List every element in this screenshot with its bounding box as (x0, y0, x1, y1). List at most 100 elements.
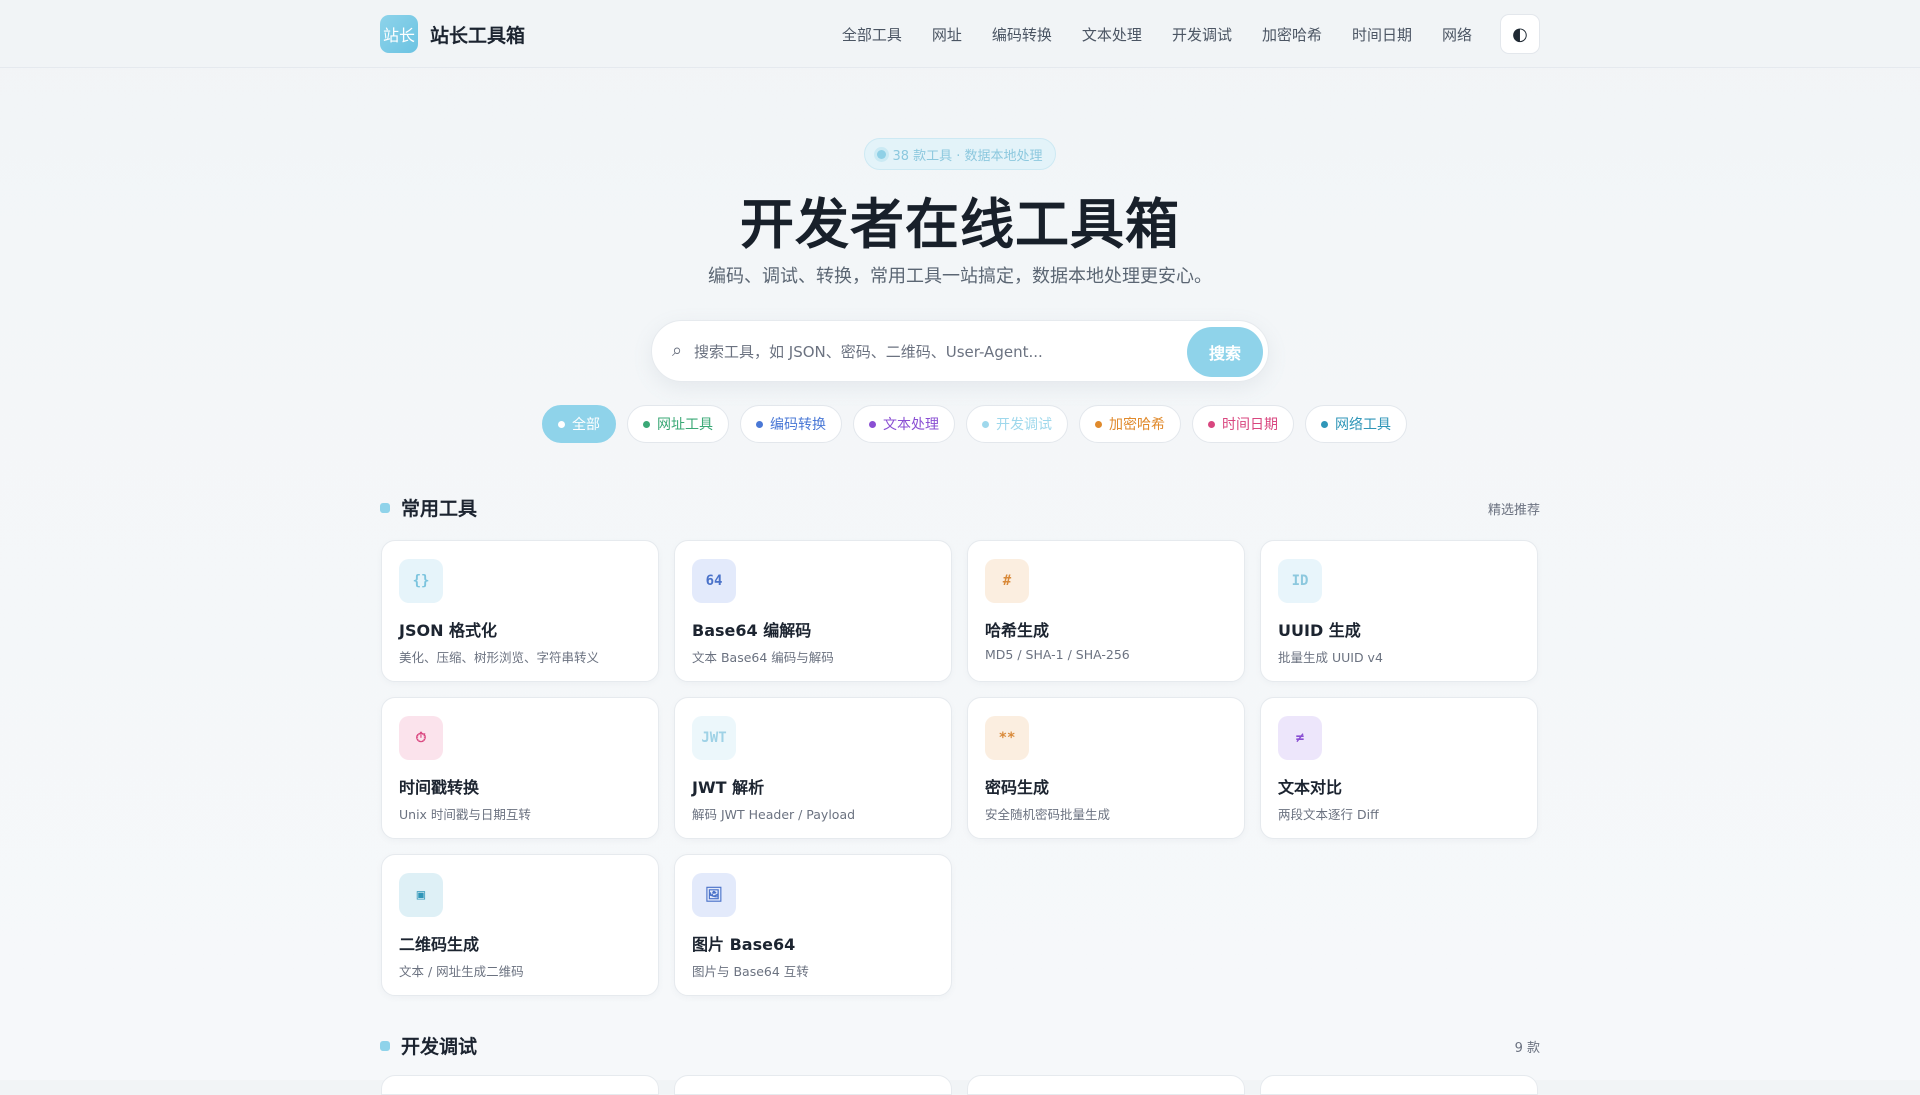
nav-network[interactable]: 网络 (1442, 24, 1472, 45)
tool-card[interactable] (1260, 1075, 1538, 1095)
chip-dot (1095, 420, 1102, 428)
section-common: 常用工具 精选推荐 (380, 492, 1540, 522)
nav-crypto[interactable]: 加密哈希 (1262, 24, 1322, 45)
chip-label: 网络工具 (1335, 417, 1391, 433)
filter-chip[interactable]: 网址工具 (627, 405, 729, 443)
section-marker (380, 1041, 390, 1051)
tool-description: MD5 / SHA-1 / SHA-256 (985, 647, 1130, 662)
chip-dot (558, 420, 565, 428)
badge-dot (877, 149, 887, 159)
section-dev: 开发调试 9 款 (380, 1030, 1540, 1060)
tool-count-badge: 38 款工具 · 数据本地处理 (864, 138, 1056, 170)
nav-text[interactable]: 文本处理 (1082, 24, 1142, 45)
tool-description: 文本 Base64 编码与解码 (692, 650, 834, 665)
tool-description: 两段文本逐行 Diff (1278, 807, 1379, 822)
section-note: 精选推荐 (1487, 503, 1540, 518)
chip-dot (982, 420, 989, 428)
section-count: 9 款 (1514, 1041, 1540, 1056)
chip-dot (869, 420, 876, 428)
tool-title: JSON 格式化 (399, 621, 498, 640)
page-subtitle: 编码、调试、转换，常用工具一站搞定，数据本地处理更安心。 (708, 266, 1212, 287)
chip-dot (1208, 420, 1215, 428)
tool-card[interactable] (967, 1075, 1245, 1095)
chip-label: 开发调试 (996, 417, 1052, 433)
nav-encoding[interactable]: 编码转换 (992, 24, 1052, 45)
dev-tool-grid (381, 1075, 1540, 1095)
tool-title: 二维码生成 (399, 935, 480, 954)
filter-chip[interactable]: 全部 (542, 405, 616, 443)
chip-label: 加密哈希 (1109, 417, 1165, 433)
chip-dot (643, 420, 650, 428)
tool-card[interactable]: ≠ 文本对比两段文本逐行 Diff (1260, 697, 1538, 839)
tool-card[interactable]: ** 密码生成安全随机密码批量生成 (967, 697, 1245, 839)
tool-icon: ID (1278, 559, 1322, 603)
page-title: 开发者在线工具箱 (740, 193, 1180, 256)
chip-label: 编码转换 (770, 417, 826, 433)
filter-chip[interactable]: 网络工具 (1305, 405, 1407, 443)
tool-card[interactable]: # 哈希生成 MD5 / SHA-1 / SHA-256 (967, 540, 1245, 682)
tool-card[interactable] (674, 1075, 952, 1095)
brand[interactable]: 站长 站长工具箱 (380, 15, 525, 53)
search-button[interactable]: 搜索 (1187, 327, 1263, 377)
tool-title: Base64 编解码 (692, 621, 812, 640)
tool-card[interactable]: ▣ 二维码生成文本 / 网址生成二维码 (381, 854, 659, 996)
chip-label: 文本处理 (883, 417, 939, 433)
filter-chip[interactable]: 时间日期 (1192, 405, 1294, 443)
nav-datetime[interactable]: 时间日期 (1352, 24, 1412, 45)
tool-icon: ≠ (1278, 716, 1322, 760)
tool-icon: ⏱ (399, 716, 443, 760)
tool-icon: ** (985, 716, 1029, 760)
chip-dot (756, 420, 763, 428)
tool-description: 图片与 Base64 互转 (692, 964, 809, 979)
filter-chip[interactable]: 加密哈希 (1079, 405, 1181, 443)
tool-description: 安全随机密码批量生成 (985, 807, 1111, 822)
filter-chip[interactable]: 开发调试 (966, 405, 1068, 443)
theme-toggle-button[interactable]: ◐ (1500, 14, 1540, 54)
search-input[interactable] (694, 335, 1114, 369)
filter-chip[interactable]: 文本处理 (853, 405, 955, 443)
tool-title: 密码生成 (985, 778, 1050, 797)
chip-label: 全部 (572, 417, 600, 433)
search-bar: ⌕ 搜索 (651, 320, 1269, 382)
tool-icon: {} (399, 559, 443, 603)
tool-icon: ▣ (399, 873, 443, 917)
tool-icon: # (985, 559, 1029, 603)
tool-icon: 🖼 (692, 873, 736, 917)
section-title: 开发调试 (401, 1036, 478, 1058)
tool-title: 时间戳转换 (399, 778, 480, 797)
tool-title: 图片 Base64 (692, 935, 796, 954)
nav-all-tools[interactable]: 全部工具 (842, 24, 902, 45)
tool-title: 文本对比 (1278, 778, 1343, 797)
section-marker (380, 503, 390, 513)
tool-icon: 64 (692, 559, 736, 603)
tool-title: UUID 生成 (1278, 621, 1361, 640)
main-nav: 全部工具 网址 编码转换 文本处理 开发调试 加密哈希 时间日期 网络 ◐ (842, 13, 1540, 55)
tool-description: Unix 时间戳与日期互转 (399, 807, 531, 822)
search-icon: ⌕ (672, 340, 683, 361)
brand-name: 站长工具箱 (430, 24, 526, 47)
nav-url[interactable]: 网址 (932, 24, 962, 45)
chip-label: 时间日期 (1222, 417, 1278, 433)
tool-description: 解码 JWT Header / Payload (692, 807, 856, 822)
tool-description: 美化、压缩、树形浏览、字符串转义 (399, 650, 600, 665)
tool-title: 哈希生成 (985, 621, 1050, 640)
tool-card[interactable]: ID UUID 生成批量生成 UUID v4 (1260, 540, 1538, 682)
category-filter: 全部 网址工具 编码转换 文本处理 开发调试 加密哈希 时间日期 网络工具 (542, 405, 1418, 443)
nav-dev[interactable]: 开发调试 (1172, 24, 1232, 45)
tool-card[interactable]: 64 Base64 编解码文本 Base64 编码与解码 (674, 540, 952, 682)
contrast-icon: ◐ (1512, 23, 1528, 45)
tool-card[interactable]: {} JSON 格式化美化、压缩、树形浏览、字符串转义 (381, 540, 659, 682)
tool-description: 批量生成 UUID v4 (1278, 650, 1383, 665)
section-title: 常用工具 (401, 498, 478, 520)
tool-card[interactable]: ⏱ 时间戳转换 Unix 时间戳与日期互转 (381, 697, 659, 839)
chip-dot (1321, 420, 1328, 428)
tool-icon: JWT (692, 716, 736, 760)
filter-chip[interactable]: 编码转换 (740, 405, 842, 443)
tool-card[interactable]: 🖼 图片 Base64 图片与 Base64 互转 (674, 854, 952, 996)
tool-title: JWT 解析 (692, 778, 765, 797)
tool-card[interactable] (381, 1075, 659, 1095)
tool-grid: {} JSON 格式化美化、压缩、树形浏览、字符串转义 64 Base64 编解码文本… (381, 540, 1540, 996)
badge-text: 38 款工具 · 数据本地处理 (892, 148, 1043, 164)
tool-card[interactable]: JWT JWT 解析解码 JWT Header / Payload (674, 697, 952, 839)
tool-description: 文本 / 网址生成二维码 (399, 964, 524, 979)
